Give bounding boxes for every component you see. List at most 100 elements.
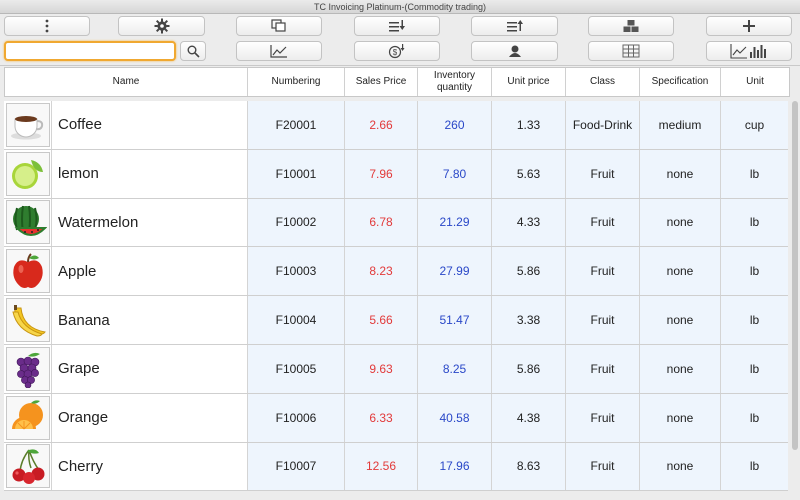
product-specification: medium: [640, 101, 721, 149]
product-name: lemon: [52, 149, 248, 198]
inventory-quantity: 8.25: [418, 344, 492, 393]
product-numbering: F20001: [248, 101, 345, 149]
product-name: Apple: [52, 247, 248, 296]
product-numbering: F10003: [248, 247, 345, 296]
line-chart-icon: [270, 45, 287, 58]
product-numbering: F10005: [248, 344, 345, 393]
column-header-class[interactable]: Class: [566, 68, 640, 96]
table-row[interactable]: Apple F10003 8.23 27.99 5.86 Fruit none …: [4, 247, 788, 297]
table-row[interactable]: Watermelon F10002 6.78 21.29 4.33 Fruit …: [4, 198, 788, 248]
unit-price: 1.33: [492, 101, 566, 149]
watermelon-icon: [5, 200, 50, 245]
product-name: Watermelon: [52, 198, 248, 247]
product-unit: lb: [721, 442, 788, 491]
unit-price: 4.33: [492, 198, 566, 247]
column-header-specification[interactable]: Specification: [640, 68, 721, 96]
column-header-unit-price[interactable]: Unit price: [492, 68, 566, 96]
vertical-scrollbar[interactable]: [792, 101, 798, 450]
statistics-button[interactable]: [706, 41, 792, 61]
sales-price: 6.33: [345, 393, 418, 442]
table-row[interactable]: Grape F10005 9.63 8.25 5.86 Fruit none l…: [4, 344, 788, 394]
unit-price: 4.38: [492, 393, 566, 442]
product-class: Fruit: [566, 442, 640, 491]
product-specification: none: [640, 393, 721, 442]
trend-chart-button[interactable]: [236, 41, 322, 61]
table-row[interactable]: Coffee F20001 2.66 260 1.33 Food-Drink m…: [4, 101, 788, 150]
sales-price: 6.78: [345, 198, 418, 247]
settings-button[interactable]: [118, 16, 205, 36]
more-menu-button[interactable]: [4, 16, 90, 36]
product-name: Grape: [52, 344, 248, 393]
product-name: Cherry: [52, 442, 248, 491]
product-class: Fruit: [566, 393, 640, 442]
inventory-quantity: 260: [418, 101, 492, 149]
copy-pages-icon: [271, 19, 286, 32]
search-button[interactable]: [180, 41, 206, 61]
chart-bars-icon: [730, 44, 766, 59]
product-name: Coffee: [52, 101, 248, 149]
customer-button[interactable]: [471, 41, 558, 61]
sales-price: 8.23: [345, 247, 418, 296]
import-button[interactable]: [354, 16, 440, 36]
column-header-inventory-quantity[interactable]: Inventory quantity: [418, 68, 492, 96]
search-input[interactable]: [6, 45, 174, 61]
product-unit: lb: [721, 247, 788, 296]
product-numbering: F10007: [248, 442, 345, 491]
banana-icon: [5, 298, 50, 343]
product-numbering: F10004: [248, 296, 345, 344]
unit-price: 5.86: [492, 344, 566, 393]
lemon-icon: [5, 151, 50, 196]
list-arrow-up-icon: [506, 20, 523, 32]
grid-view-button[interactable]: [588, 41, 674, 61]
product-table: Coffee F20001 2.66 260 1.33 Food-Drink m…: [4, 101, 788, 493]
product-unit: lb: [721, 296, 788, 344]
coin-dollar-icon: $: [388, 44, 405, 59]
unit-price: 5.63: [492, 149, 566, 198]
orange-icon: [5, 395, 50, 440]
table-header: Name Numbering Sales Price Inventory qua…: [4, 67, 790, 97]
stock-button[interactable]: [588, 16, 674, 36]
export-button[interactable]: [471, 16, 558, 36]
search-field[interactable]: [4, 41, 176, 61]
sales-price: 7.96: [345, 149, 418, 198]
table-grid-icon: [622, 44, 640, 58]
copy-button[interactable]: [236, 16, 322, 36]
list-arrow-down-icon: [389, 20, 405, 32]
inventory-quantity: 27.99: [418, 247, 492, 296]
product-specification: none: [640, 247, 721, 296]
apple-icon: [5, 249, 50, 294]
column-header-sales-price[interactable]: Sales Price: [345, 68, 418, 96]
column-header-name[interactable]: Name: [5, 68, 248, 96]
product-numbering: F10006: [248, 393, 345, 442]
product-specification: none: [640, 442, 721, 491]
column-header-numbering[interactable]: Numbering: [248, 68, 345, 96]
product-unit: lb: [721, 198, 788, 247]
sales-price: 2.66: [345, 101, 418, 149]
table-row[interactable]: Orange F10006 6.33 40.58 4.38 Fruit none…: [4, 393, 788, 443]
gear-icon: [154, 18, 169, 34]
product-name: Orange: [52, 393, 248, 442]
inventory-quantity: 51.47: [418, 296, 492, 344]
inventory-quantity: 7.80: [418, 149, 492, 198]
product-specification: none: [640, 198, 721, 247]
product-unit: lb: [721, 149, 788, 198]
product-class: Fruit: [566, 149, 640, 198]
window-title: TC Invoicing Platinum-(Commodity trading…: [0, 0, 800, 14]
table-row[interactable]: lemon F10001 7.96 7.80 5.63 Fruit none l…: [4, 149, 788, 199]
person-icon: [508, 45, 521, 57]
pricing-button[interactable]: $: [354, 41, 440, 61]
unit-price: 3.38: [492, 296, 566, 344]
product-name: Banana: [52, 296, 248, 344]
column-header-unit[interactable]: Unit: [721, 68, 789, 96]
cherry-icon: [5, 444, 50, 489]
table-row[interactable]: Banana F10004 5.66 51.47 3.38 Fruit none…: [4, 296, 788, 345]
inventory-quantity: 17.96: [418, 442, 492, 491]
product-numbering: F10002: [248, 198, 345, 247]
product-specification: none: [640, 344, 721, 393]
add-button[interactable]: [706, 16, 792, 36]
table-row[interactable]: Cherry F10007 12.56 17.96 8.63 Fruit non…: [4, 442, 788, 492]
product-specification: none: [640, 149, 721, 198]
grape-icon: [5, 346, 50, 391]
product-unit: cup: [721, 101, 788, 149]
product-class: Fruit: [566, 296, 640, 344]
